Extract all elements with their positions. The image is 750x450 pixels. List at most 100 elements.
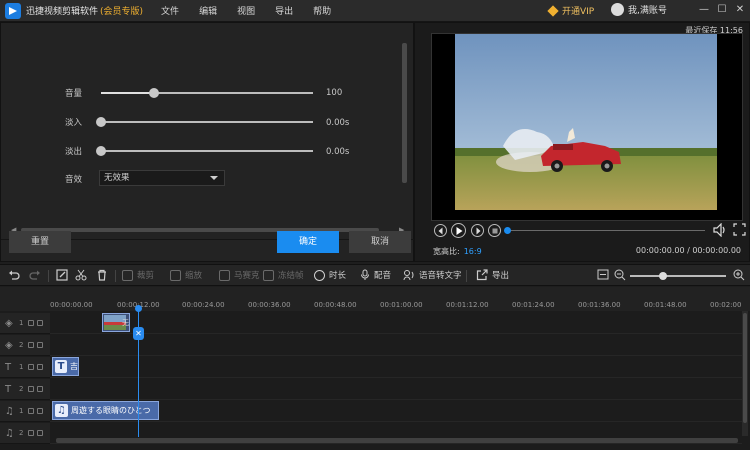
timeline-ruler[interactable]: 00:00:00.00 00:00:12.00 00:00:24.00 00:0… [0, 287, 750, 311]
eye-icon[interactable] [37, 342, 43, 348]
fit-timeline-button[interactable] [597, 269, 609, 280]
menu-edit[interactable]: 编辑 [199, 4, 217, 17]
panel-vertical-scrollbar[interactable] [402, 43, 407, 183]
next-icon [476, 227, 480, 234]
close-button[interactable]: ✕ [734, 4, 746, 16]
track-number: 2 [19, 385, 24, 393]
lock-icon[interactable] [28, 320, 34, 326]
speech-to-text-label: 语音转文字 [419, 271, 462, 281]
menu-help[interactable]: 帮助 [313, 4, 331, 17]
vip-button[interactable]: 开通VIP [547, 4, 594, 17]
delete-button[interactable] [96, 269, 108, 281]
menu-file[interactable]: 文件 [161, 4, 179, 17]
mosaic-button[interactable]: 马赛克 [219, 269, 260, 281]
track-lane-text-2[interactable] [50, 379, 742, 400]
zoom-out-button[interactable] [614, 269, 626, 281]
scissors-icon [75, 269, 87, 281]
zoom-in-icon [733, 269, 745, 281]
lock-icon[interactable] [28, 342, 34, 348]
video-preview[interactable] [431, 33, 743, 221]
ruler-label: 00:02:00 [710, 301, 742, 309]
stop-button[interactable] [488, 224, 501, 237]
ruler-label: 00:01:36.00 [578, 301, 621, 309]
export-button[interactable]: 导出 [476, 269, 509, 281]
timeline-zoom-slider[interactable] [630, 272, 726, 280]
timeline-horizontal-scrollbar[interactable] [56, 438, 738, 443]
track-lane-text-1[interactable]: T吉 [50, 357, 742, 378]
lock-icon[interactable] [28, 386, 34, 392]
eye-icon[interactable] [37, 408, 43, 414]
menu-export[interactable]: 导出 [275, 4, 293, 17]
playhead-handle[interactable] [135, 305, 142, 312]
previous-button[interactable] [434, 224, 447, 237]
redo-button[interactable] [29, 269, 41, 281]
zoom-in-button[interactable] [733, 269, 745, 281]
fade-in-slider[interactable] [96, 117, 313, 127]
volume-slider-knob[interactable] [149, 88, 159, 98]
timeline-zoom-knob[interactable] [658, 272, 667, 280]
duration-label: 时长 [329, 271, 347, 281]
minimize-button[interactable]: — [698, 4, 710, 16]
toolbar-divider [466, 270, 467, 282]
track-lane-video-2[interactable] [50, 335, 742, 356]
audio-clip[interactable]: ♫ 周遊する眼睛のひとつ [52, 401, 159, 420]
lock-icon[interactable] [28, 364, 34, 370]
freeze-frame-icon [263, 269, 274, 281]
lock-icon[interactable] [28, 430, 34, 436]
edit-button[interactable] [56, 269, 68, 281]
menu-view[interactable]: 视图 [237, 4, 255, 17]
volume-slider[interactable] [101, 88, 313, 98]
toolbar-divider [115, 270, 116, 282]
eye-icon[interactable] [37, 386, 43, 392]
edit-icon [56, 269, 68, 281]
fade-out-slider-knob[interactable] [96, 146, 106, 156]
timeline-vertical-scrollbar[interactable] [742, 311, 748, 436]
effect-select[interactable]: 无效果 [99, 170, 225, 186]
track-header-text-2: T2 [0, 379, 50, 400]
volume-label: 音量 [65, 89, 83, 99]
fade-in-slider-knob[interactable] [96, 117, 106, 127]
zoom-button[interactable]: 缩放 [170, 269, 202, 281]
playhead-split-marker[interactable]: ✕ [133, 327, 144, 340]
ok-button[interactable]: 确定 [277, 231, 339, 253]
ruler-label: 00:01:48.00 [644, 301, 687, 309]
track-header-video-1: ◈ 1 [0, 313, 50, 334]
volume-icon[interactable] [713, 223, 727, 237]
playback-progress-bar[interactable] [504, 227, 705, 234]
crop-button[interactable]: 裁剪 [122, 269, 154, 281]
eye-icon[interactable] [37, 430, 43, 436]
freeze-frame-button[interactable]: 冻结帧 [263, 269, 304, 281]
lock-icon[interactable] [28, 408, 34, 414]
maximize-button[interactable]: ☐ [716, 4, 728, 16]
reset-button[interactable]: 重置 [9, 231, 71, 253]
track-header-audio-2: ♫ 2 [0, 423, 50, 444]
duration-button[interactable]: 时长 [314, 269, 346, 281]
effect-row: 音效 [65, 172, 101, 186]
track-lane-audio-1[interactable]: ♫ 周遊する眼睛のひとつ [50, 401, 742, 422]
zoom-out-icon [614, 269, 626, 281]
text-clip-label: 吉 [70, 362, 78, 371]
fade-out-slider[interactable] [96, 146, 313, 156]
next-button[interactable] [471, 224, 484, 237]
text-clip[interactable]: T吉 [52, 357, 79, 376]
playhead-line[interactable] [138, 305, 139, 437]
undo-button[interactable] [8, 269, 20, 281]
cancel-button[interactable]: 取消 [349, 231, 411, 253]
playback-time: 00:00:00.00 / 00:00:00.00 [635, 246, 741, 255]
account-menu[interactable]: 我,满账号 [611, 3, 667, 16]
speech-to-text-button[interactable]: 语音转文字 [403, 269, 462, 281]
eye-icon[interactable] [37, 320, 43, 326]
clock-icon [314, 269, 325, 281]
dub-button[interactable]: 配音 [360, 269, 391, 281]
play-button[interactable] [451, 223, 466, 238]
cut-button[interactable] [75, 269, 87, 281]
aspect-ratio-value[interactable]: 16:9 [464, 247, 482, 256]
eye-icon[interactable] [37, 364, 43, 370]
playback-progress-knob[interactable] [504, 227, 511, 234]
zoom-label: 缩放 [185, 271, 203, 281]
title-bar: 迅捷视频剪辑软件 (会员专版) 文件 编辑 视图 导出 帮助 开通VIP 我,满… [0, 0, 750, 22]
fullscreen-icon[interactable] [733, 223, 746, 236]
track-lane-video-1[interactable]: 无 [50, 313, 742, 334]
timeline-vertical-scroll-thumb[interactable] [743, 313, 747, 423]
audio-settings-panel: 音量 100 淡入 0.00s 淡出 0.00s 音效 无效果 ◀ ▶ 重置 确… [0, 22, 415, 262]
